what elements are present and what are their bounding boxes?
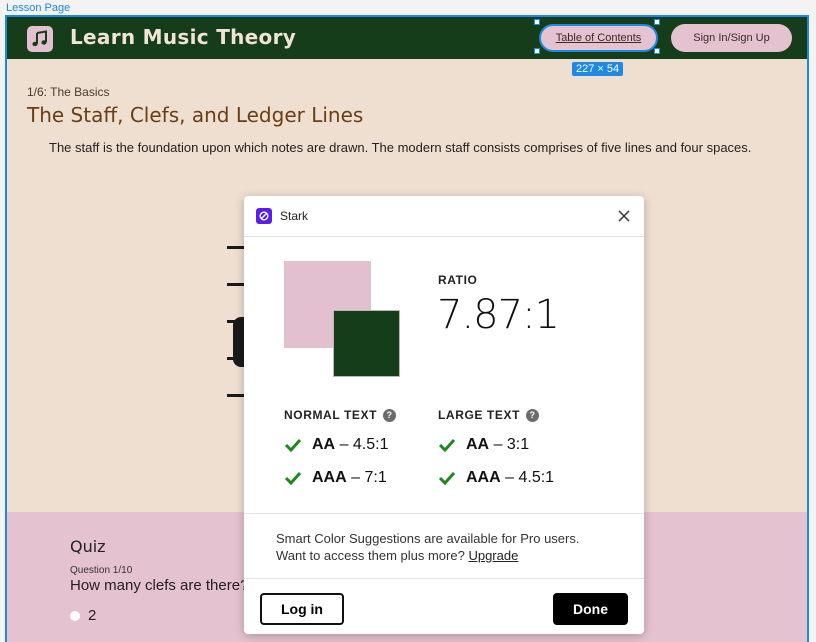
selection-handle[interactable] bbox=[534, 19, 540, 25]
large-text-heading: LARGE TEXT ? bbox=[438, 408, 540, 422]
dialog-title: Stark bbox=[280, 209, 309, 223]
staff-line bbox=[227, 246, 245, 249]
check-icon bbox=[438, 471, 456, 485]
selection-handle[interactable] bbox=[654, 48, 660, 54]
foreground-color-swatch[interactable] bbox=[333, 310, 400, 377]
threshold-label: – 3:1 bbox=[493, 436, 530, 453]
question-text: How many clefs are there? bbox=[70, 577, 249, 594]
help-icon[interactable]: ? bbox=[383, 408, 397, 422]
frame-label: Lesson Page bbox=[6, 2, 71, 14]
large-text-label: LARGE TEXT bbox=[438, 408, 521, 422]
selection-handle[interactable] bbox=[654, 19, 660, 25]
staff-line bbox=[227, 283, 245, 286]
stark-contrast-dialog: Stark RATIO 7.87:1 NORMAL TEXT ? LARGE T… bbox=[244, 196, 644, 634]
check-icon bbox=[284, 471, 302, 485]
check-icon bbox=[284, 438, 302, 452]
site-title[interactable]: Learn Music Theory bbox=[70, 25, 296, 49]
login-button[interactable]: Log in bbox=[260, 593, 344, 625]
contrast-ratio-value: 7.87:1 bbox=[437, 292, 560, 338]
pro-note-line1: Smart Color Suggestions are available fo… bbox=[276, 531, 580, 546]
quiz-option-label: 2 bbox=[88, 607, 97, 624]
breadcrumb: 1/6: The Basics bbox=[27, 85, 110, 99]
threshold-label: – 4.5:1 bbox=[339, 436, 389, 453]
stark-logo-icon bbox=[256, 208, 272, 224]
dialog-header: Stark bbox=[244, 196, 644, 237]
threshold-label: – 4.5:1 bbox=[505, 469, 555, 486]
large-aa-result: AA – 3:1 bbox=[438, 436, 529, 454]
music-note-icon[interactable] bbox=[27, 26, 53, 52]
sign-in-button[interactable]: Sign In/Sign Up bbox=[671, 24, 792, 52]
level-label: AAA bbox=[312, 469, 347, 486]
pro-note-line2: Want to access them plus more? bbox=[276, 548, 465, 563]
pro-suggestion-note: Smart Color Suggestions are available fo… bbox=[244, 513, 644, 579]
lesson-intro: The staff is the foundation upon which n… bbox=[49, 140, 752, 155]
threshold-label: – 7:1 bbox=[351, 469, 387, 486]
level-label: AA bbox=[312, 436, 336, 453]
radio-button[interactable] bbox=[70, 610, 80, 621]
top-bar: Learn Music Theory Table of Contents Sig… bbox=[7, 17, 807, 59]
normal-text-heading: NORMAL TEXT ? bbox=[284, 408, 397, 422]
normal-text-label: NORMAL TEXT bbox=[284, 408, 378, 422]
staff-line bbox=[227, 394, 245, 397]
large-aaa-result: AAA – 4.5:1 bbox=[438, 469, 554, 487]
selection-handle[interactable] bbox=[534, 48, 540, 54]
normal-aaa-result: AAA – 7:1 bbox=[284, 469, 387, 487]
page-title: The Staff, Clefs, and Ledger Lines bbox=[27, 103, 364, 127]
table-of-contents-button[interactable]: Table of Contents bbox=[539, 24, 658, 52]
question-number: Question 1/10 bbox=[70, 565, 133, 576]
level-label: AA bbox=[466, 436, 490, 453]
check-icon bbox=[438, 438, 456, 452]
quiz-title: Quiz bbox=[70, 537, 106, 556]
help-icon[interactable]: ? bbox=[526, 408, 540, 422]
normal-aa-result: AA – 4.5:1 bbox=[284, 436, 389, 454]
pro-note-text: Smart Color Suggestions are available fo… bbox=[276, 530, 579, 564]
ratio-label: RATIO bbox=[438, 273, 478, 287]
level-label: AAA bbox=[466, 469, 501, 486]
close-icon[interactable] bbox=[616, 208, 632, 224]
upgrade-link[interactable]: Upgrade bbox=[468, 548, 518, 563]
done-button[interactable]: Done bbox=[553, 593, 628, 625]
selection-size-badge: 227 × 54 bbox=[572, 62, 624, 76]
quiz-option[interactable]: 2 bbox=[70, 607, 96, 624]
